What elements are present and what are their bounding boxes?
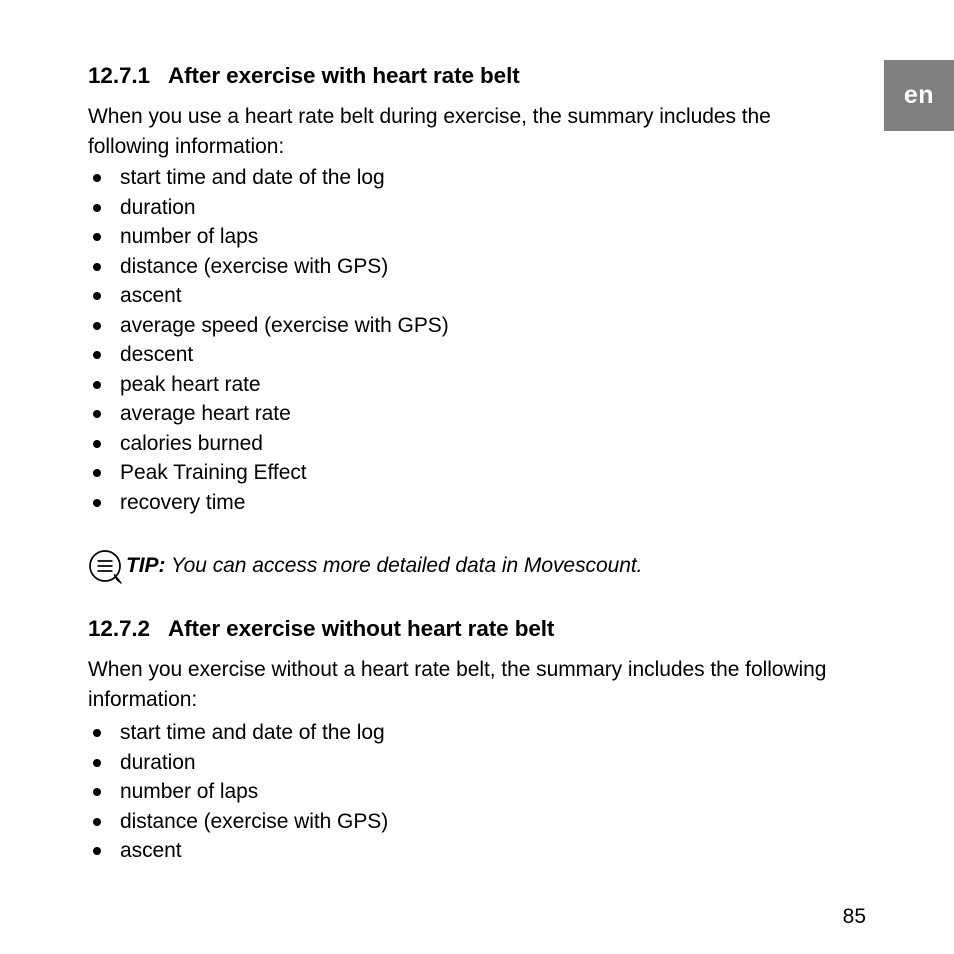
list-item-label: calories burned (120, 431, 263, 455)
section-number-1: 12.7.1 (88, 63, 150, 88)
language-tab-label: en (903, 81, 935, 109)
list-item: Peak Training Effect (88, 458, 449, 488)
list-item-label: peak heart rate (120, 372, 261, 396)
list-item-label: number of laps (120, 225, 259, 248)
list-item: distance (exercise with GPS) (88, 807, 388, 837)
list-item: calories burned (88, 429, 449, 459)
list-item: ascent (88, 836, 388, 866)
bullet-icon (93, 498, 101, 507)
language-tab-en[interactable]: en (884, 60, 954, 131)
list-item-label: distance (exercise with GPS) (120, 809, 389, 833)
list-item-label: descent (120, 343, 194, 366)
list-item-label: ascent (120, 839, 182, 862)
list-item-label: number of laps (120, 780, 259, 803)
bullet-icon (93, 788, 101, 796)
list-item: start time and date of the log (88, 163, 449, 193)
list-item-label: start time and date of the log (120, 166, 385, 189)
bullet-icon (93, 817, 101, 826)
list-item: start time and date of the log (88, 718, 388, 748)
bullet-icon (93, 410, 101, 418)
list-item-label: Peak Training Effect (120, 461, 307, 484)
section-title-1: After exercise with heart rate belt (168, 63, 520, 88)
list-item: duration (88, 748, 388, 778)
bullet-icon (93, 380, 101, 389)
list-item: duration (88, 193, 449, 223)
section-title-2: After exercise without heart rate belt (168, 616, 555, 641)
bullet-icon (93, 174, 101, 182)
bullet-icon (93, 847, 101, 855)
bullet-icon (93, 758, 101, 767)
document-page: en 12.7.1 After exercise with heart rate … (0, 0, 954, 954)
section-heading-1: 12.7.1 After exercise with heart rate bel… (88, 62, 520, 89)
page-number: 85 (842, 905, 866, 928)
list-item: average speed (exercise with GPS) (88, 311, 449, 341)
list-item-label: duration (120, 750, 196, 774)
bullet-icon (93, 321, 101, 330)
list-item-label: average heart rate (120, 402, 291, 425)
bullet-icon (93, 439, 101, 448)
section-intro-2: When you exercise without a heart rate b… (88, 658, 827, 711)
feature-list-1: start time and date of the log duration … (88, 163, 449, 517)
bullet-icon (93, 292, 101, 300)
bullet-icon (93, 469, 101, 477)
bullet-icon (93, 262, 101, 271)
list-item: number of laps (88, 777, 388, 807)
speech-bubble-icon (88, 549, 128, 585)
tip-text: TIP: You can access more detailed data i… (126, 548, 642, 580)
feature-list-2: start time and date of the log duration … (88, 718, 388, 866)
list-item: recovery time (88, 488, 449, 518)
list-item: average heart rate (88, 399, 449, 429)
list-item-label: distance (exercise with GPS) (120, 254, 389, 278)
list-item: ascent (88, 281, 449, 311)
list-item-label: recovery time (120, 490, 246, 514)
tip-label: TIP: (126, 554, 166, 577)
tip-callout: TIP: You can access more detailed data i… (88, 548, 642, 585)
list-item-label: average speed (exercise with GPS) (120, 313, 449, 337)
section-number-2: 12.7.2 (88, 616, 150, 641)
tip-body: You can access more detailed data in Mov… (165, 554, 643, 577)
bullet-icon (93, 729, 101, 737)
list-item-label: duration (120, 195, 196, 219)
section-heading-2: 12.7.2 After exercise without heart rate … (88, 615, 554, 642)
list-item-label: start time and date of the log (120, 721, 385, 744)
bullet-icon (93, 203, 101, 212)
bullet-icon (93, 351, 101, 359)
list-item: descent (88, 340, 449, 370)
list-item-label: ascent (120, 284, 182, 307)
list-item: distance (exercise with GPS) (88, 252, 449, 282)
section-intro-1: When you use a heart rate belt during ex… (88, 105, 771, 158)
list-item: number of laps (88, 222, 449, 252)
bullet-icon (93, 233, 101, 241)
list-item: peak heart rate (88, 370, 449, 400)
